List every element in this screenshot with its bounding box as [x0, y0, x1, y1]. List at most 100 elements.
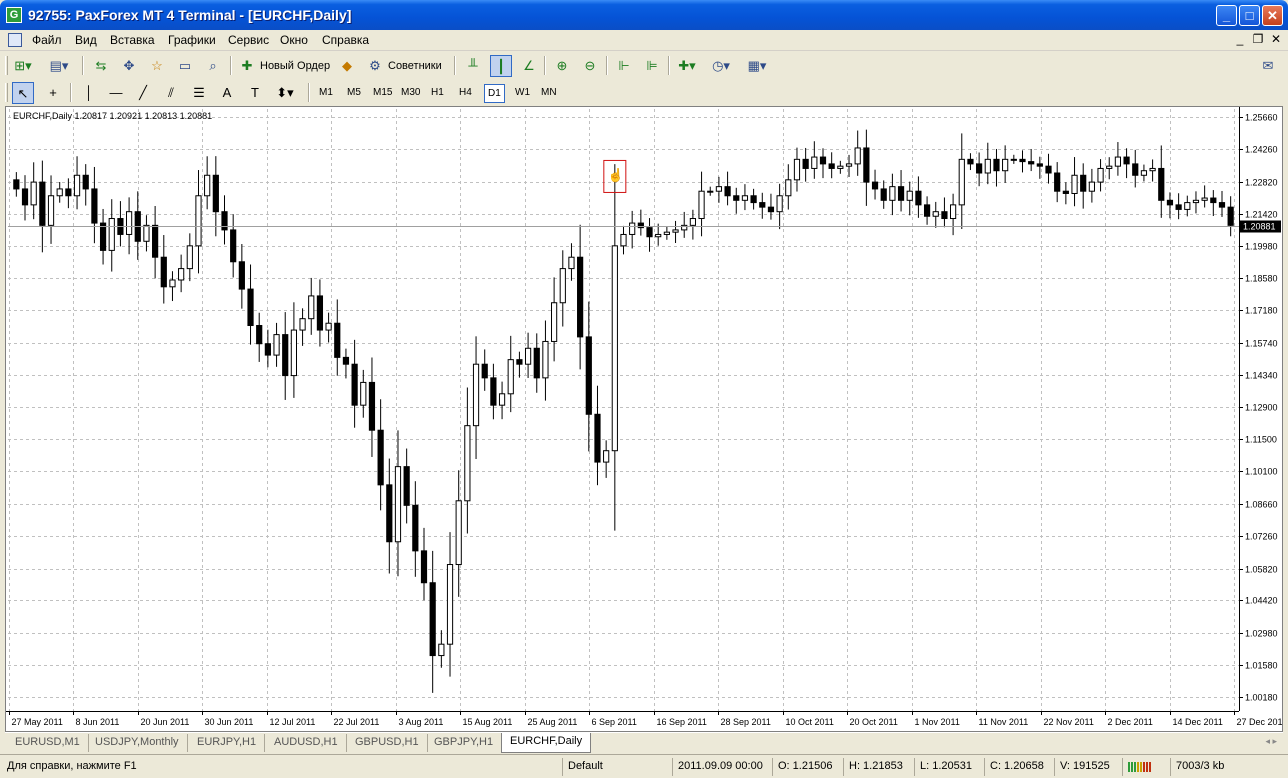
- tab-eurjpy-h1[interactable]: EURJPY,H1: [189, 734, 266, 752]
- timeframe-m1[interactable]: M1: [316, 84, 336, 103]
- close-button[interactable]: ✕: [1262, 5, 1283, 26]
- equidistant-channel-icon[interactable]: ⫽: [160, 82, 182, 104]
- candlestick-chart-icon[interactable]: ┃: [490, 55, 512, 77]
- cursor-icon[interactable]: ↖: [12, 82, 34, 104]
- navigator-icon[interactable]: ☆: [146, 55, 168, 77]
- chat-icon[interactable]: ✉: [1257, 55, 1279, 77]
- timeframe-h4[interactable]: H4: [456, 84, 475, 103]
- timeframe-h1[interactable]: H1: [428, 84, 447, 103]
- mdi-minimize-icon[interactable]: _: [1232, 32, 1248, 48]
- templates-icon[interactable]: ▦▾: [746, 55, 768, 77]
- chart-window[interactable]: 1.25660 1.24260 1.22820 1.21420 1.19980 1.185…: [5, 106, 1283, 732]
- experts-button[interactable]: Советники: [388, 60, 442, 72]
- separator: [82, 56, 84, 75]
- status-traffic: 7003/3 kb: [1170, 758, 1229, 776]
- tab-scroll-arrows-icon[interactable]: ◂ ▸: [1265, 736, 1277, 747]
- bull-candle: [1106, 165, 1113, 169]
- menu-file[interactable]: Файл: [32, 33, 62, 47]
- line-chart-icon[interactable]: ∠: [518, 55, 540, 77]
- tab-gbpusd-h1[interactable]: GBPUSD,H1: [347, 734, 428, 752]
- price-tick-label: 1.24260: [1245, 145, 1278, 155]
- bull-candle: [620, 233, 627, 247]
- indicators-icon[interactable]: ✚▾: [676, 55, 698, 77]
- bear-candle: [863, 147, 870, 183]
- bull-candle: [698, 190, 705, 220]
- chart-shift-icon[interactable]: ⊩: [613, 55, 635, 77]
- zoom-in-icon[interactable]: ⊕: [551, 55, 573, 77]
- new-chart-icon[interactable]: ⊞▾: [12, 55, 34, 77]
- bear-candle: [819, 156, 827, 165]
- timeframe-w1[interactable]: W1: [512, 84, 533, 103]
- crosshair-icon[interactable]: +: [42, 82, 64, 104]
- tab-gbpjpy-h1[interactable]: GBPJPY,H1: [426, 734, 503, 752]
- mdi-close-icon[interactable]: ✕: [1268, 32, 1284, 48]
- maximize-button[interactable]: □: [1239, 5, 1260, 26]
- bear-candle: [993, 158, 1000, 172]
- tab-audusd-h1[interactable]: AUDUSD,H1: [266, 734, 347, 752]
- chart-header: EURCHF,Daily 1.20817 1.20921 1.20813 1.2…: [13, 111, 213, 121]
- bull-candle: [438, 643, 445, 657]
- menu-insert[interactable]: Вставка: [110, 33, 155, 47]
- timeframe-m30[interactable]: M30: [398, 84, 423, 103]
- terminal-icon[interactable]: ▭: [174, 55, 196, 77]
- bull-candle: [464, 425, 471, 502]
- bear-candle: [152, 224, 159, 258]
- date-tick-label: 1 Nov 2011: [915, 717, 960, 727]
- new-order-button[interactable]: Новый Ордер: [260, 60, 330, 72]
- price-tick-label: 1.18580: [1245, 274, 1278, 284]
- bull-candle: [524, 347, 532, 365]
- menu-tools[interactable]: Сервис: [228, 33, 269, 47]
- bear-candle: [1166, 199, 1174, 206]
- new-order-icon[interactable]: ✚: [236, 55, 258, 77]
- bear-candle: [412, 504, 419, 552]
- market-watch-icon[interactable]: ⇆: [90, 55, 112, 77]
- status-profile: Default: [562, 758, 608, 776]
- connection-bars-icon: [1122, 758, 1162, 776]
- strategy-tester-icon[interactable]: ⌕: [202, 55, 224, 77]
- trendline-icon[interactable]: ╱: [132, 82, 154, 104]
- tab-eurchf-daily[interactable]: EURCHF,Daily: [501, 733, 592, 753]
- metaeditor-icon[interactable]: ◆: [336, 55, 358, 77]
- toolbar-grip[interactable]: [5, 83, 8, 102]
- vertical-line-icon[interactable]: │: [78, 82, 100, 104]
- document-icon[interactable]: [8, 33, 22, 47]
- status-high: H: 1.21853: [843, 758, 908, 776]
- mdi-restore-icon[interactable]: ❐: [1250, 32, 1266, 48]
- price-tick-label: 1.17180: [1245, 306, 1278, 316]
- periods-icon[interactable]: ◷▾: [710, 55, 732, 77]
- minimize-button[interactable]: _: [1216, 5, 1237, 26]
- menu-window[interactable]: Окно: [280, 33, 308, 47]
- autoscroll-icon[interactable]: ⊫: [641, 55, 663, 77]
- tab-usdjpy-monthly[interactable]: USDJPY,Monthly: [87, 734, 188, 752]
- timeframe-mn[interactable]: MN: [538, 84, 560, 103]
- arrows-icon[interactable]: ⬍▾: [274, 82, 296, 104]
- bear-candle: [1123, 156, 1130, 165]
- menu-view[interactable]: Вид: [75, 33, 97, 47]
- text-icon[interactable]: A: [216, 82, 238, 104]
- tab-eurusd-m1[interactable]: EURUSD,M1: [7, 734, 89, 752]
- menu-help[interactable]: Справка: [322, 33, 369, 47]
- horizontal-line-icon[interactable]: —: [105, 82, 127, 104]
- bear-candle: [1036, 163, 1043, 167]
- timeframe-m15[interactable]: M15: [370, 84, 395, 103]
- menu-charts[interactable]: Графики: [168, 33, 216, 47]
- candlestick-chart[interactable]: 1.25660 1.24260 1.22820 1.21420 1.19980 1.185…: [6, 107, 1282, 731]
- timeframe-d1[interactable]: D1: [484, 84, 505, 103]
- bear-candle: [1218, 202, 1226, 208]
- data-window-icon[interactable]: ✥: [118, 55, 140, 77]
- bull-candle: [655, 233, 662, 238]
- bear-candle: [256, 325, 263, 345]
- fibonacci-icon[interactable]: ☰: [188, 82, 210, 104]
- bear-candle: [420, 550, 428, 584]
- timeframe-m5[interactable]: M5: [344, 84, 364, 103]
- bar-chart-icon[interactable]: ╨: [462, 55, 484, 77]
- bull-candle: [1140, 170, 1148, 176]
- profiles-icon[interactable]: ▤▾: [48, 55, 70, 77]
- bear-candle: [1045, 165, 1052, 174]
- toolbar-grip[interactable]: [5, 56, 8, 75]
- experts-icon[interactable]: ⚙: [364, 55, 386, 77]
- bull-candle: [1201, 197, 1208, 201]
- text-label-icon[interactable]: T: [244, 82, 266, 104]
- zoom-out-icon[interactable]: ⊖: [579, 55, 601, 77]
- separator: [308, 83, 310, 102]
